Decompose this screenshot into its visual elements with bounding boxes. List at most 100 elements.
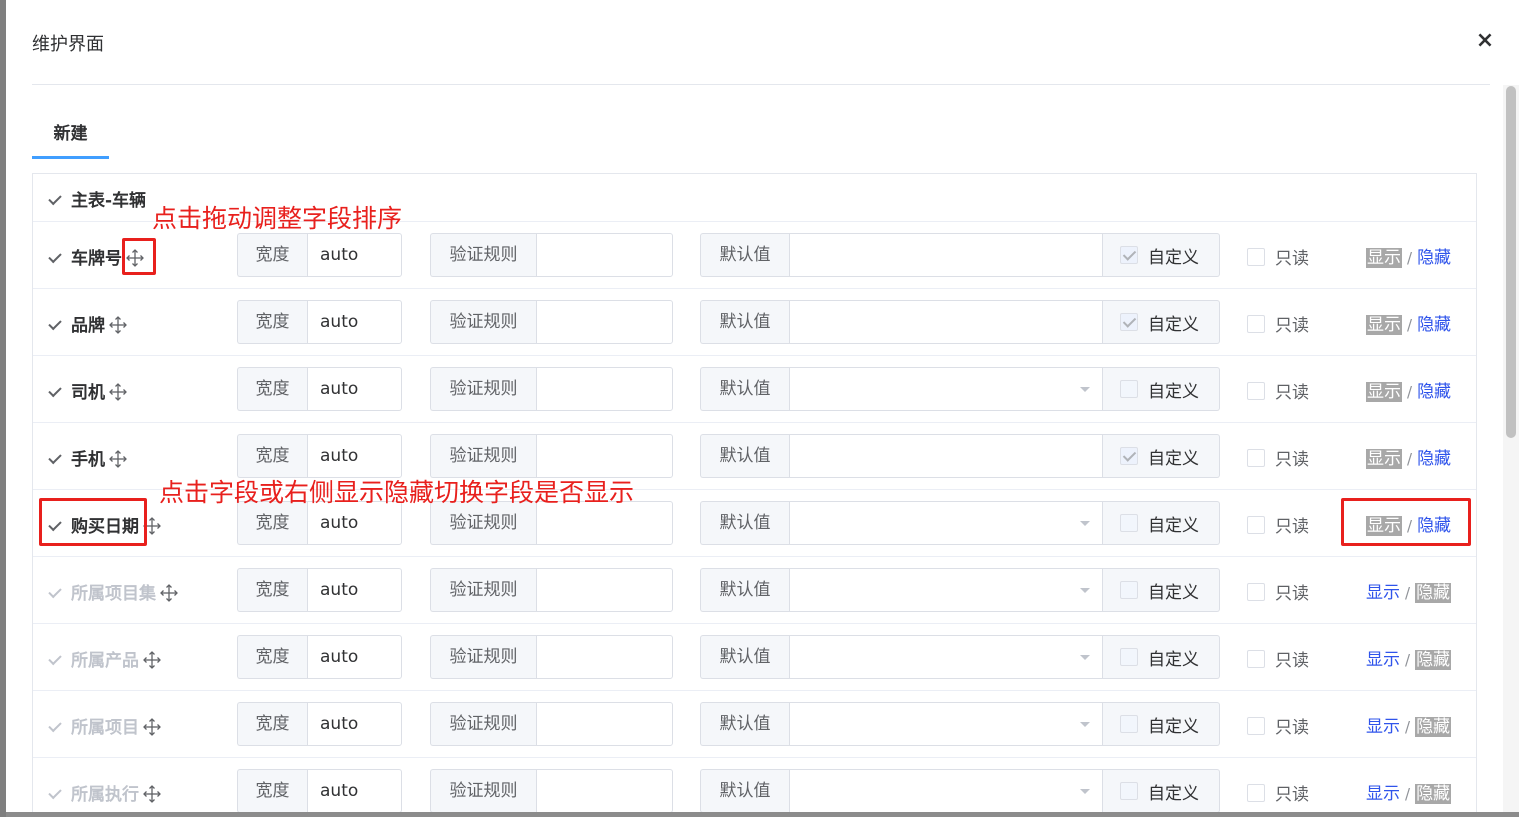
show-button[interactable]: 显示 bbox=[1366, 717, 1400, 737]
default-select[interactable] bbox=[789, 501, 1103, 545]
rule-input[interactable] bbox=[536, 568, 673, 612]
width-input[interactable] bbox=[307, 233, 402, 277]
drag-move-icon[interactable] bbox=[143, 785, 161, 803]
readonly-checkbox[interactable]: 只读 bbox=[1247, 311, 1309, 336]
scrollbar-thumb[interactable] bbox=[1506, 86, 1516, 438]
hide-button[interactable]: 隐藏 bbox=[1415, 717, 1452, 737]
rule-input[interactable] bbox=[536, 769, 673, 812]
default-select[interactable] bbox=[789, 702, 1103, 746]
chevron-down-icon[interactable] bbox=[1080, 521, 1090, 526]
field-name-toggle[interactable]: 所属项目 bbox=[48, 713, 161, 738]
hide-button[interactable]: 隐藏 bbox=[1417, 248, 1451, 268]
readonly-check-box[interactable] bbox=[1247, 314, 1265, 333]
hide-button[interactable]: 隐藏 bbox=[1415, 650, 1452, 670]
hide-button[interactable]: 隐藏 bbox=[1415, 784, 1452, 804]
chevron-down-icon[interactable] bbox=[1080, 722, 1090, 727]
rule-input[interactable] bbox=[536, 300, 673, 344]
default-input[interactable] bbox=[789, 434, 1103, 478]
default-select[interactable] bbox=[789, 635, 1103, 679]
show-button[interactable]: 显示 bbox=[1366, 248, 1402, 268]
readonly-checkbox[interactable]: 只读 bbox=[1247, 445, 1309, 470]
show-button[interactable]: 显示 bbox=[1366, 449, 1402, 469]
width-input[interactable] bbox=[307, 434, 402, 478]
field-name-toggle[interactable]: 司机 bbox=[48, 378, 127, 403]
custom-check-box[interactable] bbox=[1120, 447, 1138, 465]
custom-check-box[interactable] bbox=[1120, 581, 1138, 599]
chevron-down-icon[interactable] bbox=[1080, 655, 1090, 660]
drag-move-icon[interactable] bbox=[109, 450, 127, 468]
drag-move-icon[interactable] bbox=[160, 584, 178, 602]
width-input[interactable] bbox=[307, 367, 402, 411]
drag-move-icon[interactable] bbox=[109, 383, 127, 401]
field-name-toggle[interactable]: 所属产品 bbox=[48, 646, 161, 671]
hide-button[interactable]: 隐藏 bbox=[1417, 315, 1451, 335]
custom-checkbox[interactable]: 自定义 bbox=[1103, 501, 1220, 545]
width-input[interactable] bbox=[307, 702, 402, 746]
custom-checkbox[interactable]: 自定义 bbox=[1103, 367, 1220, 411]
custom-check-box[interactable] bbox=[1120, 782, 1138, 800]
show-button[interactable]: 显示 bbox=[1366, 382, 1402, 402]
custom-checkbox[interactable]: 自定义 bbox=[1103, 434, 1220, 478]
width-input[interactable] bbox=[307, 300, 402, 344]
hide-button[interactable]: 隐藏 bbox=[1415, 583, 1452, 603]
field-name-toggle[interactable]: 所属项目集 bbox=[48, 579, 178, 604]
hide-button[interactable]: 隐藏 bbox=[1417, 449, 1451, 469]
readonly-checkbox[interactable]: 只读 bbox=[1247, 244, 1309, 269]
drag-move-icon[interactable] bbox=[143, 651, 161, 669]
chevron-down-icon[interactable] bbox=[1080, 387, 1090, 392]
readonly-check-box[interactable] bbox=[1247, 381, 1265, 400]
drag-move-icon[interactable] bbox=[109, 316, 127, 334]
custom-check-box[interactable] bbox=[1120, 380, 1138, 398]
custom-checkbox[interactable]: 自定义 bbox=[1103, 769, 1220, 812]
readonly-checkbox[interactable]: 只读 bbox=[1247, 378, 1309, 403]
custom-check-box[interactable] bbox=[1120, 715, 1138, 733]
default-select[interactable] bbox=[789, 769, 1103, 812]
rule-input[interactable] bbox=[536, 367, 673, 411]
rule-input[interactable] bbox=[536, 233, 673, 277]
custom-checkbox[interactable]: 自定义 bbox=[1103, 702, 1220, 746]
custom-checkbox[interactable]: 自定义 bbox=[1103, 635, 1220, 679]
rule-input[interactable] bbox=[536, 434, 673, 478]
custom-checkbox[interactable]: 自定义 bbox=[1103, 568, 1220, 612]
width-input[interactable] bbox=[307, 769, 402, 812]
readonly-checkbox[interactable]: 只读 bbox=[1247, 713, 1309, 738]
custom-check-box[interactable] bbox=[1120, 514, 1138, 532]
default-input[interactable] bbox=[789, 233, 1103, 277]
tab-new[interactable]: 新建 bbox=[32, 110, 109, 159]
readonly-checkbox[interactable]: 只读 bbox=[1247, 780, 1309, 805]
drag-move-icon[interactable] bbox=[143, 718, 161, 736]
readonly-checkbox[interactable]: 只读 bbox=[1247, 579, 1309, 604]
readonly-checkbox[interactable]: 只读 bbox=[1247, 512, 1309, 537]
readonly-checkbox[interactable]: 只读 bbox=[1247, 646, 1309, 671]
readonly-check-box[interactable] bbox=[1247, 582, 1265, 601]
group-label[interactable]: 主表-车辆 bbox=[48, 186, 146, 211]
custom-check-box[interactable] bbox=[1120, 246, 1138, 264]
custom-checkbox[interactable]: 自定义 bbox=[1103, 233, 1220, 277]
width-input[interactable] bbox=[307, 568, 402, 612]
field-name-toggle[interactable]: 所属执行 bbox=[48, 780, 161, 805]
readonly-check-box[interactable] bbox=[1247, 515, 1265, 534]
show-button[interactable]: 显示 bbox=[1366, 315, 1402, 335]
default-select[interactable] bbox=[789, 568, 1103, 612]
hide-button[interactable]: 隐藏 bbox=[1417, 382, 1451, 402]
custom-checkbox[interactable]: 自定义 bbox=[1103, 300, 1220, 344]
chevron-down-icon[interactable] bbox=[1080, 588, 1090, 593]
close-icon[interactable]: × bbox=[1472, 28, 1498, 54]
show-button[interactable]: 显示 bbox=[1366, 583, 1400, 603]
readonly-check-box[interactable] bbox=[1247, 783, 1265, 802]
readonly-check-box[interactable] bbox=[1247, 448, 1265, 467]
rule-input[interactable] bbox=[536, 635, 673, 679]
width-input[interactable] bbox=[307, 635, 402, 679]
field-name-toggle[interactable]: 手机 bbox=[48, 445, 127, 470]
default-select[interactable] bbox=[789, 367, 1103, 411]
chevron-down-icon[interactable] bbox=[1080, 789, 1090, 794]
default-input[interactable] bbox=[789, 300, 1103, 344]
rule-input[interactable] bbox=[536, 702, 673, 746]
readonly-check-box[interactable] bbox=[1247, 649, 1265, 668]
custom-check-box[interactable] bbox=[1120, 313, 1138, 331]
readonly-check-box[interactable] bbox=[1247, 716, 1265, 735]
custom-check-box[interactable] bbox=[1120, 648, 1138, 666]
readonly-check-box[interactable] bbox=[1247, 247, 1265, 266]
show-button[interactable]: 显示 bbox=[1366, 650, 1400, 670]
show-button[interactable]: 显示 bbox=[1366, 784, 1400, 804]
